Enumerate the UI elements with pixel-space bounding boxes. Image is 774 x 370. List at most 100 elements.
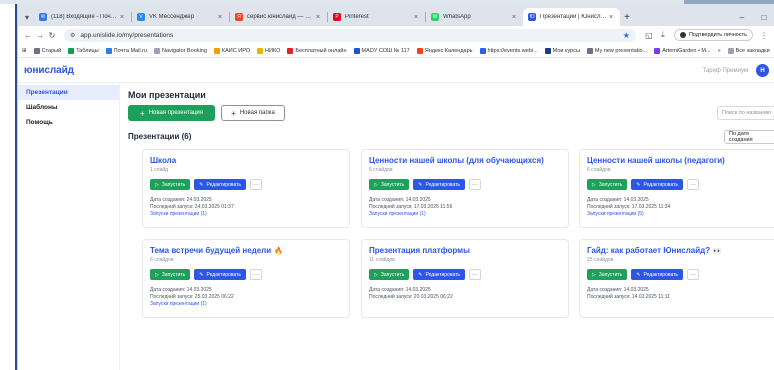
card-actions: ▷ Запустить ✎ Редактировать ··· bbox=[150, 179, 342, 190]
presentation-title-text: Тема встречи будущей недели bbox=[150, 246, 272, 255]
avatar[interactable]: Н bbox=[756, 64, 769, 77]
download-icon[interactable]: ⤓ bbox=[656, 30, 670, 40]
more-options-button[interactable]: ··· bbox=[469, 179, 482, 190]
presentation-title-text: Школа bbox=[150, 156, 177, 165]
apps-icon[interactable]: ⊞ bbox=[22, 48, 27, 54]
menu-icon[interactable]: ⋮ bbox=[757, 31, 771, 40]
search-input[interactable] bbox=[717, 106, 774, 120]
runs-link[interactable]: Запуски презентации (5) bbox=[587, 211, 774, 218]
presentation-title[interactable]: Ценности нашей школы (для обучающихся) bbox=[369, 156, 561, 165]
edit-button[interactable]: ✎ Редактировать bbox=[413, 269, 466, 280]
runs-link[interactable]: Запуски презентации (1) bbox=[150, 301, 342, 308]
edit-button[interactable]: ✎ Редактировать bbox=[631, 269, 684, 280]
more-options-button[interactable]: ··· bbox=[469, 269, 482, 280]
reload-icon[interactable]: ↻ bbox=[46, 31, 58, 40]
sort-select[interactable]: По дате создания ⌄ bbox=[724, 130, 774, 144]
back-icon[interactable]: ← bbox=[22, 31, 34, 40]
forward-icon[interactable]: → bbox=[34, 31, 46, 40]
bookmark-label: Яндекс Календарь bbox=[424, 47, 473, 54]
plus-icon: + bbox=[231, 108, 236, 118]
close-icon[interactable]: × bbox=[118, 14, 126, 21]
close-icon[interactable]: × bbox=[314, 14, 322, 21]
all-bookmarks-folder[interactable]: Все закладки bbox=[727, 47, 770, 54]
tab-search-icon[interactable]: ▾ bbox=[20, 8, 34, 26]
bookmark-item[interactable]: КАИС ИРО bbox=[213, 47, 250, 54]
browser-tab[interactable]: V VK Мессенджер × bbox=[132, 8, 229, 26]
sidebar-item[interactable]: Шаблоны bbox=[18, 100, 119, 115]
bookmark-item[interactable]: https://events.webi... bbox=[479, 47, 538, 54]
edit-button[interactable]: ✎ Редактировать bbox=[194, 269, 247, 280]
close-icon[interactable]: × bbox=[216, 14, 224, 21]
bookmarks-more-icon[interactable]: » bbox=[718, 48, 721, 54]
presentation-title[interactable]: Тема встречи будущей недели 🔥 bbox=[150, 246, 342, 255]
browser-tab[interactable]: ✉ (118) Входящие - Почта Mail× bbox=[34, 8, 131, 26]
slide-count: 11 слайдов bbox=[369, 257, 395, 263]
close-icon[interactable]: × bbox=[412, 14, 420, 21]
plan-label[interactable]: Тариф Премиум bbox=[702, 68, 748, 74]
launch-button[interactable]: ▷ Запустить bbox=[150, 179, 191, 190]
launch-button[interactable]: ▷ Запустить bbox=[150, 269, 191, 280]
close-icon[interactable]: × bbox=[607, 14, 615, 21]
edit-button[interactable]: ✎ Редактировать bbox=[631, 179, 684, 190]
bookmark-item[interactable]: Navigator Booking bbox=[153, 47, 207, 54]
card-meta: Дата создания: 14.03.2025 Последний запус… bbox=[587, 287, 774, 301]
bookmark-item[interactable]: Почта Mail.ru bbox=[105, 47, 147, 54]
presentation-title[interactable]: Школа bbox=[150, 156, 342, 165]
bookmark-item[interactable]: МАОУ СОШ № 117 bbox=[353, 47, 410, 54]
new-tab-button[interactable]: + bbox=[620, 8, 634, 26]
minimize-icon[interactable]: – bbox=[731, 13, 753, 22]
tab-title: Презентации | Юнислайд bbox=[540, 14, 607, 20]
bookmark-star-icon[interactable]: ★ bbox=[623, 31, 630, 40]
presentation-title[interactable]: Ценности нашей школы (педагоги) bbox=[587, 156, 774, 165]
edit-button[interactable]: ✎ Редактировать bbox=[194, 179, 247, 190]
bookmark-label: My new presentatio... bbox=[594, 47, 648, 54]
edit-button[interactable]: ✎ Редактировать bbox=[413, 179, 466, 190]
launch-button[interactable]: ▷ Запустить bbox=[369, 179, 410, 190]
tab-title: VK Мессенджер bbox=[149, 14, 194, 20]
bookmark-item[interactable]: My new presentatio... bbox=[586, 47, 648, 54]
sidebar-item[interactable]: Помощь bbox=[18, 115, 119, 130]
bookmark-item[interactable]: Старый bbox=[33, 47, 61, 54]
bookmark-label: Таблицы bbox=[76, 47, 99, 54]
play-icon: ▷ bbox=[374, 271, 378, 278]
bookmark-item[interactable]: ArtemiGarden • M... bbox=[654, 47, 711, 54]
more-options-button[interactable]: ··· bbox=[250, 179, 263, 190]
browser-tab[interactable]: W WhatsApp × bbox=[426, 8, 523, 26]
unislide-logo[interactable]: юнислайд bbox=[24, 65, 74, 76]
last-run-date: Последний запуск: 14.03.2025 11:11 bbox=[587, 294, 670, 300]
site-info-icon[interactable]: ⚙ bbox=[70, 32, 75, 39]
maximize-icon[interactable]: □ bbox=[753, 13, 774, 22]
launch-button[interactable]: ▷ Запустить bbox=[369, 269, 410, 280]
slide-count: 1 слайд bbox=[150, 167, 169, 173]
tab-title: сервис юнислайд — Яндекс bbox=[247, 14, 314, 20]
bookmark-item[interactable]: Мои курсы bbox=[544, 47, 580, 54]
section-title: Презентации (6) bbox=[128, 132, 192, 141]
runs-link[interactable]: Запуски презентации (1) bbox=[369, 211, 561, 218]
browser-tab[interactable]: Ясервис юнислайд — Яндекс× bbox=[230, 8, 327, 26]
browser-tab[interactable]: Ю Презентации | Юнислайд × bbox=[523, 8, 620, 26]
presentation-title-text: Ценности нашей школы (для обучающихся) bbox=[369, 156, 544, 165]
presentation-title[interactable]: Презентация платформы bbox=[369, 246, 561, 255]
slide-count: 25 слайдов bbox=[587, 257, 614, 263]
more-options-button[interactable]: ··· bbox=[250, 269, 263, 280]
more-options-button[interactable]: ··· bbox=[687, 179, 700, 190]
close-icon[interactable]: × bbox=[510, 14, 518, 21]
new-presentation-button[interactable]: + Новая презентация bbox=[128, 105, 215, 121]
bookmark-item[interactable]: Таблицы bbox=[68, 47, 99, 54]
sidebar-item[interactable]: Презентации bbox=[18, 85, 119, 100]
bookmark-favicon-icon bbox=[654, 47, 661, 54]
bookmark-item[interactable]: НИКО bbox=[257, 47, 280, 54]
confirm-identity-button[interactable]: Подтвердить личность bbox=[673, 29, 753, 41]
launch-button[interactable]: ▷ Запустить bbox=[587, 179, 628, 190]
new-folder-button[interactable]: + Новая папка bbox=[221, 105, 285, 121]
bookmark-item[interactable]: Яндекс Календарь bbox=[416, 47, 473, 54]
presentation-title-text: Гайд: как работает Юнислайд? bbox=[587, 246, 711, 255]
more-options-button[interactable]: ··· bbox=[687, 269, 700, 280]
presentation-title[interactable]: Гайд: как работает Юнислайд? 👀 bbox=[587, 246, 774, 255]
runs-link[interactable]: Запуски презентации (1) bbox=[150, 211, 342, 218]
url-input[interactable]: ⚙ app.unislide.io/my/presentations ★ bbox=[64, 28, 636, 42]
extensions-icon[interactable]: ◱ bbox=[642, 31, 656, 40]
browser-tab[interactable]: P Pinterest × bbox=[328, 8, 425, 26]
launch-button[interactable]: ▷ Запустить bbox=[587, 269, 628, 280]
bookmark-item[interactable]: Бесплатный онлайн bbox=[287, 47, 347, 54]
